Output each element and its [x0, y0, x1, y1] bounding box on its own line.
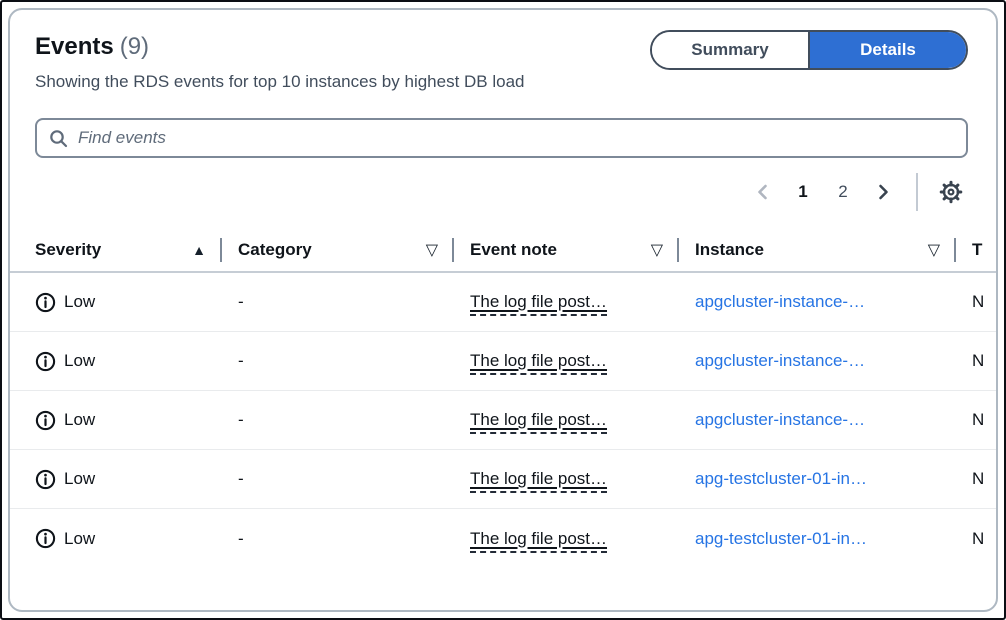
table-header: Severity ▲ Category ▽ Event note ▽ Insta…	[10, 228, 996, 273]
event-note-cell: The log file post…	[470, 529, 695, 549]
event-note-trigger[interactable]: The log file post…	[470, 469, 607, 493]
sort-toggle-icon[interactable]: ▽	[651, 240, 663, 260]
category-cell: -	[238, 292, 470, 312]
screenshot-frame: Events(9) Showing the RDS events for top…	[0, 0, 1006, 620]
table-row: Low - The log file post… apg-testcluster…	[10, 509, 996, 568]
column-header-instance[interactable]: Instance ▽	[695, 228, 972, 271]
severity-cell: Low	[35, 410, 238, 431]
column-divider[interactable]	[677, 238, 679, 262]
table-row: Low - The log file post… apg-testcluster…	[10, 450, 996, 509]
category-cell: -	[238, 469, 470, 489]
info-icon	[35, 410, 56, 431]
instance-cell: apgcluster-instance-…	[695, 351, 972, 371]
instance-cell: apgcluster-instance-…	[695, 292, 972, 312]
time-cell: N	[972, 351, 998, 371]
category-cell: -	[238, 410, 470, 430]
column-header-category[interactable]: Category ▽	[238, 228, 470, 271]
event-note-cell: The log file post…	[470, 351, 695, 371]
column-divider[interactable]	[452, 238, 454, 262]
table-row: Low - The log file post… apgcluster-inst…	[10, 391, 996, 450]
category-cell: -	[238, 529, 470, 549]
info-icon	[35, 469, 56, 490]
column-header-time[interactable]: T	[972, 228, 998, 271]
event-note-trigger[interactable]: The log file post…	[470, 292, 607, 316]
sort-toggle-icon[interactable]: ▽	[928, 240, 940, 260]
view-toggle: Summary Details	[650, 30, 968, 70]
column-divider[interactable]	[220, 238, 222, 262]
info-icon	[35, 351, 56, 372]
toolbar-divider	[916, 173, 918, 211]
instance-link[interactable]: apgcluster-instance-…	[695, 292, 865, 311]
info-icon	[35, 528, 56, 549]
event-note-trigger[interactable]: The log file post…	[470, 410, 607, 434]
event-note-trigger[interactable]: The log file post…	[470, 351, 607, 375]
page-2-button[interactable]: 2	[826, 175, 860, 209]
instance-cell: apg-testcluster-01-in…	[695, 529, 972, 549]
events-count: (9)	[120, 33, 149, 60]
summary-button[interactable]: Summary	[652, 32, 808, 68]
severity-cell: Low	[35, 469, 238, 490]
settings-button[interactable]	[934, 175, 968, 209]
search-icon	[49, 129, 68, 148]
chevron-left-icon	[754, 183, 772, 201]
column-header-event-note[interactable]: Event note ▽	[470, 228, 695, 271]
time-cell: N	[972, 529, 998, 549]
page-1-button[interactable]: 1	[786, 175, 820, 209]
pagination-prev-button[interactable]	[746, 175, 780, 209]
panel-subtitle: Showing the RDS events for top 10 instan…	[35, 71, 525, 93]
events-panel: Events(9) Showing the RDS events for top…	[8, 8, 998, 612]
instance-link[interactable]: apgcluster-instance-…	[695, 351, 865, 370]
sort-toggle-icon[interactable]: ▽	[426, 240, 438, 260]
severity-label: Low	[64, 529, 95, 549]
instance-cell: apg-testcluster-01-in…	[695, 469, 972, 489]
table-toolbar: 1 2	[10, 170, 996, 214]
severity-cell: Low	[35, 351, 238, 372]
severity-cell: Low	[35, 528, 238, 549]
time-cell: N	[972, 469, 998, 489]
details-button[interactable]: Details	[808, 32, 966, 68]
category-cell: -	[238, 351, 470, 371]
severity-label: Low	[64, 469, 95, 489]
severity-label: Low	[64, 292, 95, 312]
event-note-cell: The log file post…	[470, 292, 695, 312]
time-cell: N	[972, 292, 998, 312]
event-note-cell: The log file post…	[470, 469, 695, 489]
gear-icon	[939, 180, 963, 204]
panel-header: Events(9) Showing the RDS events for top…	[10, 30, 996, 93]
time-cell: N	[972, 410, 998, 430]
severity-label: Low	[64, 410, 95, 430]
column-header-severity[interactable]: Severity ▲	[35, 228, 238, 271]
search-box[interactable]	[35, 118, 968, 158]
severity-label: Low	[64, 351, 95, 371]
table-row: Low - The log file post… apgcluster-inst…	[10, 332, 996, 391]
search-input[interactable]	[78, 128, 954, 148]
event-note-cell: The log file post…	[470, 410, 695, 430]
title-block: Events(9) Showing the RDS events for top…	[35, 30, 525, 93]
instance-link[interactable]: apgcluster-instance-…	[695, 410, 865, 429]
column-divider[interactable]	[954, 238, 956, 262]
instance-link[interactable]: apg-testcluster-01-in…	[695, 469, 867, 488]
events-table: Severity ▲ Category ▽ Event note ▽ Insta…	[10, 228, 996, 568]
instance-link[interactable]: apg-testcluster-01-in…	[695, 529, 867, 548]
pagination-next-button[interactable]	[866, 175, 900, 209]
info-icon	[35, 292, 56, 313]
chevron-right-icon	[874, 183, 892, 201]
sort-ascending-icon[interactable]: ▲	[192, 242, 206, 258]
severity-cell: Low	[35, 292, 238, 313]
table-row: Low - The log file post… apgcluster-inst…	[10, 273, 996, 332]
page-title: Events	[35, 33, 114, 60]
instance-cell: apgcluster-instance-…	[695, 410, 972, 430]
event-note-trigger[interactable]: The log file post…	[470, 529, 607, 553]
